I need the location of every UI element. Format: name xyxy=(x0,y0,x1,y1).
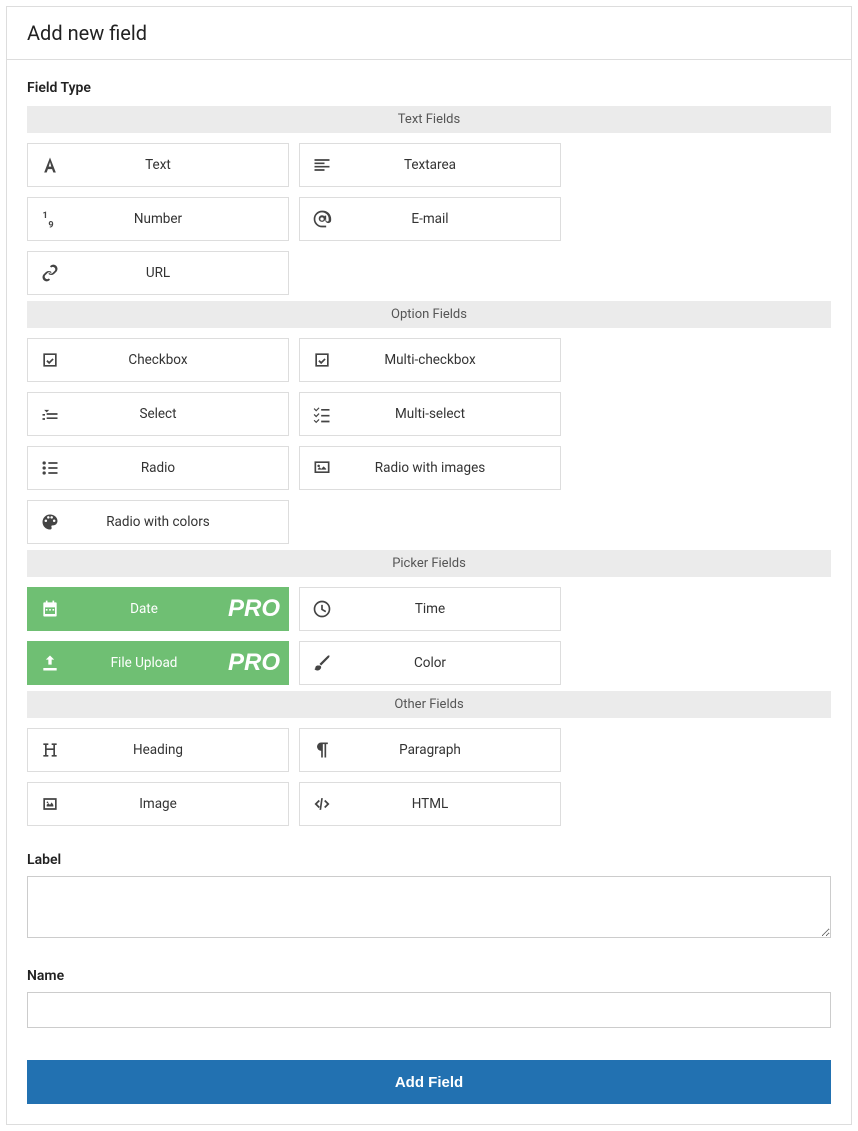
multi-select-icon xyxy=(300,404,344,424)
group-heading: Option Fields xyxy=(27,301,831,328)
field-type-label: Color xyxy=(344,655,560,671)
field-type-date[interactable]: DatePRO xyxy=(27,587,289,631)
field-type-label: Number xyxy=(72,211,288,227)
field-grid: DatePRO Time File UploadPRO Color xyxy=(27,587,831,685)
field-type-label: Paragraph xyxy=(344,742,560,758)
field-type-label: Radio xyxy=(72,460,288,476)
panel-title: Add new field xyxy=(27,21,831,45)
field-type-label: Radio with colors xyxy=(72,514,288,530)
upload-icon xyxy=(28,653,72,673)
panel-header: Add new field xyxy=(7,7,851,60)
field-type-select[interactable]: Select xyxy=(27,392,289,436)
svg-text:1: 1 xyxy=(43,211,48,221)
palette-icon xyxy=(28,512,72,532)
field-type-time[interactable]: Time xyxy=(299,587,561,631)
field-type-radio[interactable]: Radio xyxy=(27,446,289,490)
code-icon xyxy=(300,794,344,814)
image-small-icon xyxy=(28,794,72,814)
field-type-heading[interactable]: Heading xyxy=(27,728,289,772)
list-icon xyxy=(28,458,72,478)
field-type-label: HTML xyxy=(344,796,560,812)
field-type-label: Time xyxy=(344,601,560,617)
field-type-label: Checkbox xyxy=(72,352,288,368)
field-type-file-upload[interactable]: File UploadPRO xyxy=(27,641,289,685)
field-type-label: URL xyxy=(72,265,288,281)
field-type-multi-select[interactable]: Multi-select xyxy=(299,392,561,436)
field-type-label: Radio with images xyxy=(344,460,560,476)
field-type-radio-images[interactable]: Radio with images xyxy=(299,446,561,490)
number-icon: 19 xyxy=(28,209,72,229)
group-heading: Text Fields xyxy=(27,106,831,133)
label-textarea[interactable] xyxy=(27,876,831,938)
field-type-label: Text xyxy=(72,157,288,173)
calendar-icon xyxy=(28,599,72,619)
field-type-text[interactable]: Text xyxy=(27,143,289,187)
link-icon xyxy=(28,263,72,283)
field-type-image[interactable]: Image xyxy=(27,782,289,826)
add-field-button[interactable]: Add Field xyxy=(27,1060,831,1104)
name-input[interactable] xyxy=(27,992,831,1028)
field-grid: Heading Paragraph Image HTML xyxy=(27,728,831,826)
add-new-field-panel: Add new field Field Type Text Fields Text… xyxy=(6,6,852,1125)
group-heading: Picker Fields xyxy=(27,550,831,577)
font-icon xyxy=(28,155,72,175)
check-square-icon xyxy=(300,350,344,370)
at-icon xyxy=(300,209,344,229)
brush-icon xyxy=(300,653,344,673)
select-icon xyxy=(28,404,72,424)
check-square-icon xyxy=(28,350,72,370)
field-type-label: Select xyxy=(72,406,288,422)
field-type-label: File Upload xyxy=(72,655,288,671)
field-type-multi-checkbox[interactable]: Multi-checkbox xyxy=(299,338,561,382)
label-field-label: Label xyxy=(27,852,831,868)
image-icon xyxy=(300,458,344,478)
field-type-number[interactable]: 19Number xyxy=(27,197,289,241)
field-type-label: Heading xyxy=(72,742,288,758)
field-type-label: Field Type xyxy=(27,80,831,96)
field-type-label: Multi-checkbox xyxy=(344,352,560,368)
field-type-label: E-mail xyxy=(344,211,560,227)
paragraph-icon xyxy=(300,740,344,760)
panel-body: Field Type Text FieldsTextTextarea19Numb… xyxy=(7,60,851,1124)
field-grid: TextTextarea19NumberE-mailURL xyxy=(27,143,831,295)
name-field-label: Name xyxy=(27,968,831,984)
align-left-icon xyxy=(300,155,344,175)
group-heading: Other Fields xyxy=(27,691,831,718)
field-type-url[interactable]: URL xyxy=(27,251,289,295)
field-type-label: Textarea xyxy=(344,157,560,173)
field-type-html[interactable]: HTML xyxy=(299,782,561,826)
field-grid: Checkbox Multi-checkbox Select Multi-select… xyxy=(27,338,831,544)
field-type-textarea[interactable]: Textarea xyxy=(299,143,561,187)
heading-icon xyxy=(28,740,72,760)
field-type-label: Image xyxy=(72,796,288,812)
field-type-label: Multi-select xyxy=(344,406,560,422)
svg-text:9: 9 xyxy=(48,220,53,229)
clock-icon xyxy=(300,599,344,619)
field-type-checkbox[interactable]: Checkbox xyxy=(27,338,289,382)
field-type-color[interactable]: Color xyxy=(299,641,561,685)
field-type-paragraph[interactable]: Paragraph xyxy=(299,728,561,772)
field-type-email[interactable]: E-mail xyxy=(299,197,561,241)
field-type-label: Date xyxy=(72,601,288,617)
field-type-radio-colors[interactable]: Radio with colors xyxy=(27,500,289,544)
